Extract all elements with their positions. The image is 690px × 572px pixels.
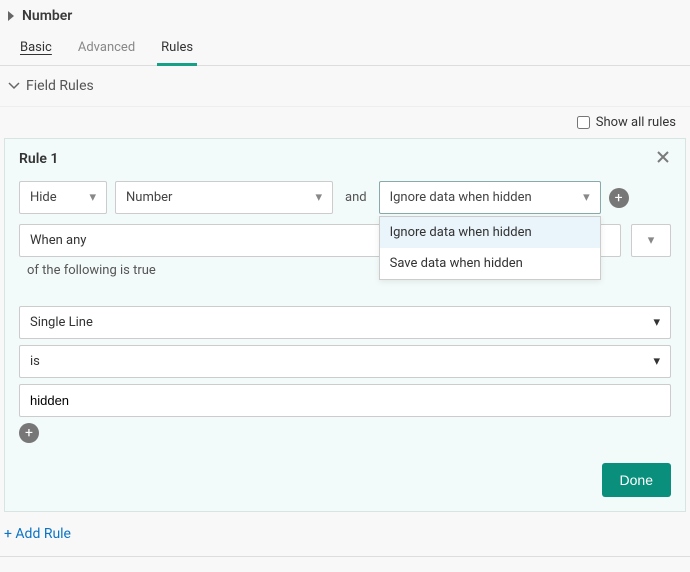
when-value: When any (30, 233, 86, 248)
tab-basic[interactable]: Basic (18, 30, 54, 65)
panel-header: Number (0, 0, 690, 30)
panel-title: Number (22, 8, 72, 24)
condition-field-value: Single Line (30, 315, 93, 330)
show-all-label: Show all rules (596, 115, 676, 130)
add-condition-button[interactable]: + (19, 423, 39, 443)
rule-title: Rule 1 (19, 151, 58, 167)
section-field-rules[interactable]: Field Rules (0, 66, 690, 107)
and-label: and (341, 190, 371, 205)
dropdown-option-ignore[interactable]: Ignore data when hidden (380, 217, 600, 248)
caret-down-icon: ▾ (653, 354, 660, 369)
rule-card: Rule 1 Hide ▾ Number ▾ and Ignore data w… (4, 138, 686, 512)
target-field-value: Number (126, 190, 172, 205)
condition-operator-select[interactable]: is ▾ (19, 345, 671, 378)
divider (0, 556, 690, 557)
done-button[interactable]: Done (602, 463, 671, 497)
caret-right-icon (6, 11, 16, 21)
data-behavior-value: Ignore data when hidden (390, 190, 532, 205)
action-value: Hide (30, 190, 57, 205)
add-target-button[interactable]: + (609, 188, 629, 208)
condition-operator-value: is (30, 354, 40, 369)
section-title: Field Rules (26, 78, 94, 94)
caret-down-icon: ▾ (315, 190, 322, 205)
condition-field-select[interactable]: Single Line ▾ (19, 306, 671, 339)
show-all-row: Show all rules (0, 107, 690, 138)
caret-down-icon: ▾ (89, 190, 96, 205)
when-extra-select[interactable]: ▾ (631, 224, 671, 257)
caret-down-icon: ▾ (583, 190, 590, 205)
tab-rules[interactable]: Rules (159, 30, 195, 65)
tabs: Basic Advanced Rules (0, 30, 690, 66)
caret-down-icon: ▾ (653, 315, 660, 330)
tab-advanced[interactable]: Advanced (76, 30, 137, 65)
action-select[interactable]: Hide ▾ (19, 181, 107, 214)
caret-down-icon: ▾ (648, 233, 655, 248)
dropdown-option-save[interactable]: Save data when hidden (380, 248, 600, 279)
condition-value-input[interactable] (19, 384, 671, 417)
target-field-select[interactable]: Number ▾ (115, 181, 333, 214)
data-behavior-dropdown: Ignore data when hidden Save data when h… (379, 216, 601, 280)
chevron-down-icon (8, 80, 20, 92)
close-icon (655, 149, 671, 165)
add-rule-link[interactable]: + Add Rule (0, 518, 75, 552)
show-all-checkbox[interactable] (577, 116, 590, 129)
data-behavior-select[interactable]: Ignore data when hidden ▾ (379, 181, 601, 214)
close-rule-button[interactable] (655, 149, 671, 169)
